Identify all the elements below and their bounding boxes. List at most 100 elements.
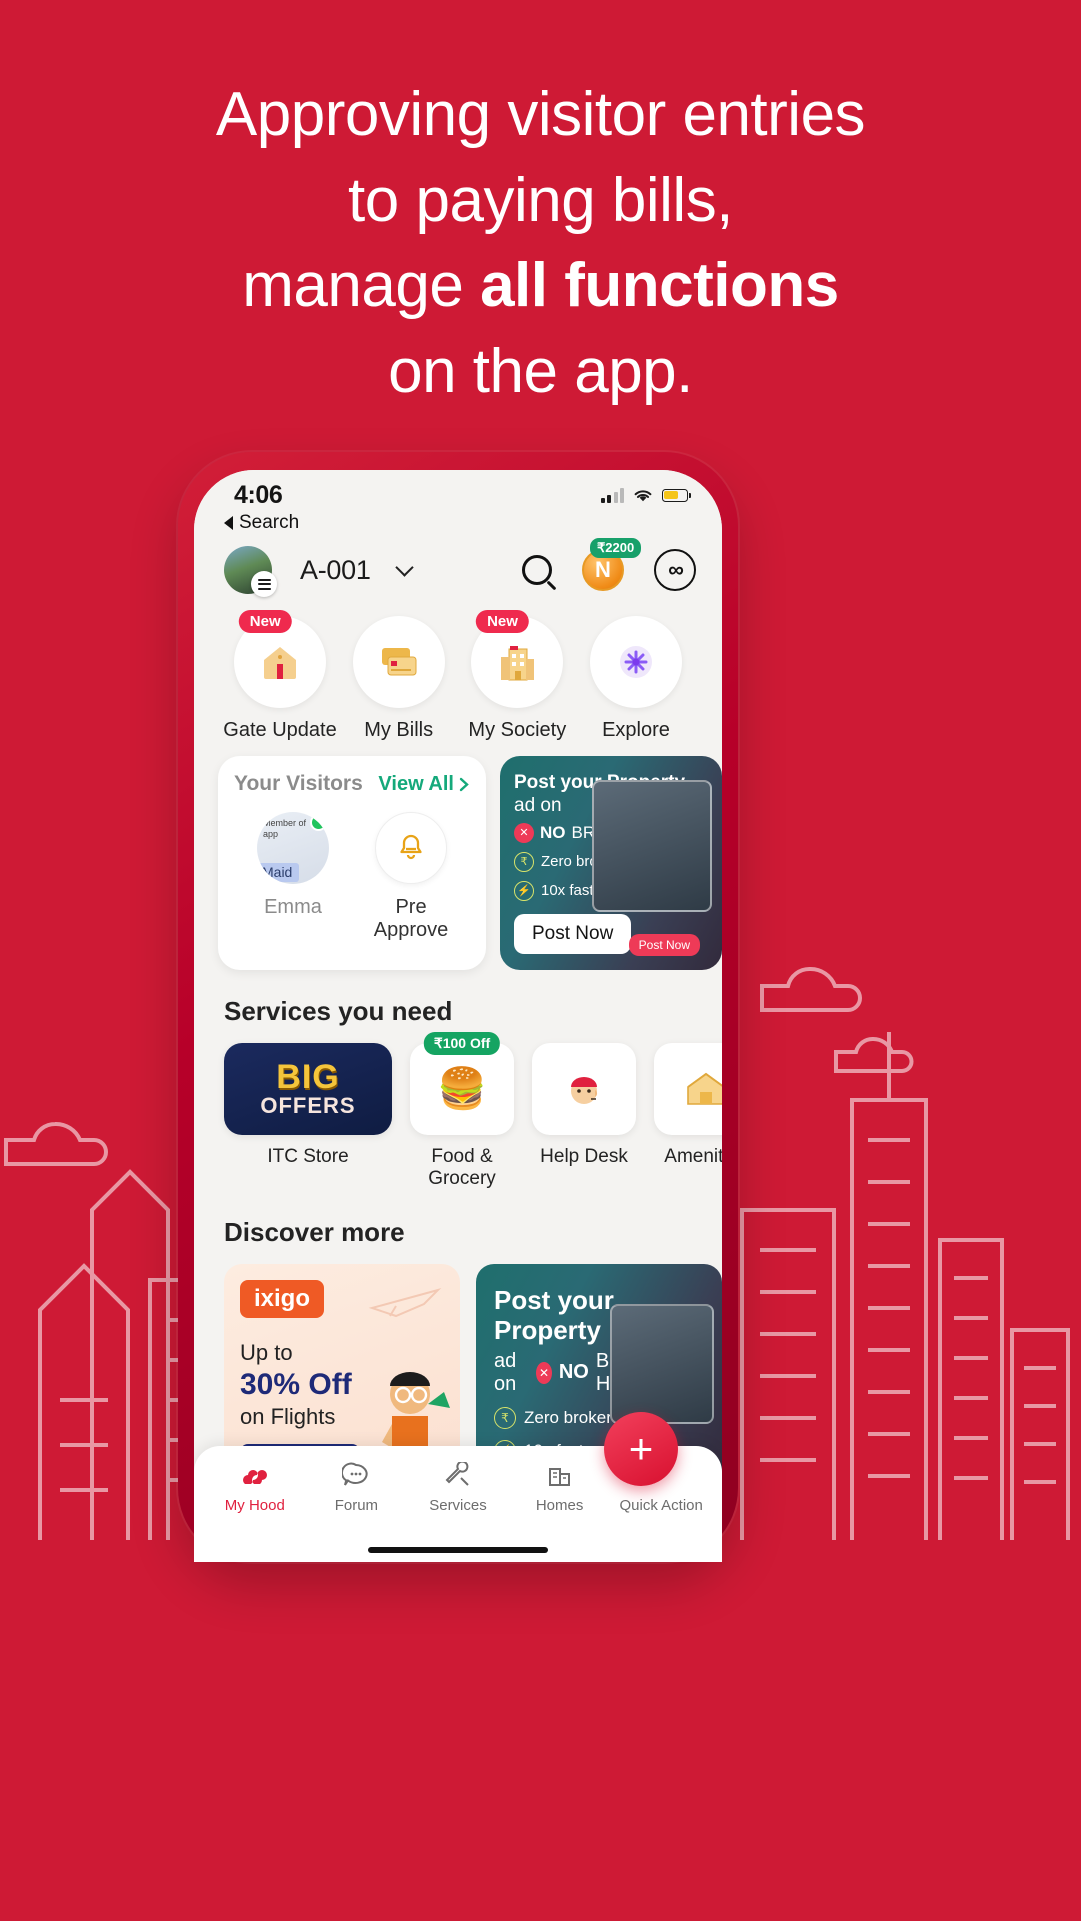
quick-tile-gate-update[interactable]: New Gate Update bbox=[222, 610, 338, 742]
lightning-icon: ⚡ bbox=[514, 880, 534, 901]
promo-phone-illustration bbox=[592, 780, 712, 912]
bottom-navigation-bar: + My Hood Forum Services Homes Quick Act… bbox=[194, 1412, 722, 1562]
nav-label: My Hood bbox=[224, 1497, 285, 1514]
nav-item-homes[interactable]: Homes bbox=[509, 1460, 611, 1514]
new-badge: New bbox=[476, 610, 529, 633]
wifi-icon bbox=[634, 490, 652, 502]
service-label: Help Desk bbox=[540, 1145, 628, 1167]
nav-item-forum[interactable]: Forum bbox=[306, 1460, 408, 1514]
service-label: ITC Store bbox=[267, 1145, 349, 1167]
services-tools-icon bbox=[407, 1460, 509, 1490]
page-headline: Approving visitor entries to paying bill… bbox=[0, 72, 1081, 414]
nav-label: Quick Action bbox=[619, 1497, 703, 1514]
visitors-card-body: Member of app Maid Emma Pre Approve bbox=[234, 812, 470, 942]
back-to-search-link[interactable]: Search bbox=[194, 510, 722, 536]
phone-mockup: 4:06 Search A-001 ₹2200 N ∞ New Gate Upd… bbox=[178, 452, 738, 1562]
online-status-dot bbox=[310, 814, 327, 831]
discover-section-title: Discover more bbox=[224, 1217, 405, 1248]
view-all-link[interactable]: View All bbox=[378, 773, 470, 796]
view-all-label: View All bbox=[378, 772, 454, 795]
headline-line-3: manage all functions bbox=[60, 243, 1021, 329]
airplane-icon bbox=[368, 1288, 442, 1318]
services-section-title: Services you need bbox=[224, 995, 453, 1026]
credit-cards-icon bbox=[352, 616, 445, 708]
hamburger-icon[interactable] bbox=[251, 571, 277, 597]
headline-line-1: Approving visitor entries bbox=[215, 80, 866, 149]
big-offers-banner-icon: BIG OFFERS bbox=[224, 1042, 392, 1135]
promo-brand-bold: NO bbox=[540, 822, 566, 842]
bell-icon bbox=[375, 812, 447, 884]
app-header: A-001 ₹2200 N ∞ bbox=[194, 536, 722, 600]
quick-tile-label: My Bills bbox=[364, 719, 434, 741]
pre-approve-entry[interactable]: Pre Approve bbox=[357, 812, 465, 942]
amenities-icon bbox=[654, 1042, 722, 1135]
home-indicator-bar bbox=[368, 1547, 548, 1553]
hood-infinity-icon bbox=[204, 1460, 306, 1490]
flat-selector-label[interactable]: A-001 bbox=[300, 555, 371, 586]
battery-icon bbox=[662, 488, 692, 502]
user-avatar[interactable] bbox=[224, 546, 277, 597]
service-amenities[interactable]: Amenities bbox=[654, 1042, 722, 1192]
ixigo-logo: ixigo bbox=[240, 1280, 325, 1319]
rewards-coin-button[interactable]: ₹2200 N bbox=[582, 538, 642, 591]
quick-tile-my-society[interactable]: New My Society bbox=[459, 610, 575, 742]
app-screen: 4:06 Search A-001 ₹2200 N ∞ New Gate Upd… bbox=[194, 470, 722, 1562]
search-button[interactable] bbox=[522, 555, 552, 585]
quick-tile-label: Explore bbox=[602, 719, 670, 741]
coin-amount-badge: ₹2200 bbox=[590, 538, 642, 558]
food-glyph: 🍔 bbox=[437, 1067, 487, 1112]
chevron-down-icon[interactable] bbox=[394, 557, 414, 577]
status-bar-time: 4:06 bbox=[234, 480, 283, 509]
promo-title-light: ad on bbox=[514, 794, 562, 816]
nobroker-logo-icon: ✕ bbox=[514, 822, 534, 843]
pre-approve-label: Pre Approve bbox=[373, 896, 449, 941]
headline-line-4: on the app. bbox=[388, 336, 693, 406]
homes-building-icon bbox=[509, 1460, 611, 1490]
nav-label: Forum bbox=[334, 1497, 379, 1514]
hood-button[interactable]: ∞ bbox=[654, 549, 696, 591]
quick-action-tiles: New Gate Update My Bills New My Society bbox=[194, 600, 722, 750]
visitor-entry[interactable]: Member of app Maid Emma bbox=[239, 812, 347, 942]
post-property-promo-card-small[interactable]: Post your Property ad on ✕ NOBROKER Home… bbox=[500, 756, 722, 970]
discount-chip: ₹100 Off bbox=[423, 1031, 501, 1055]
headline-line-3-normal: manage bbox=[242, 251, 481, 321]
nav-label: Services bbox=[429, 1497, 487, 1514]
promo-phone-illustration bbox=[610, 1304, 714, 1425]
quick-tile-label: Gate Update bbox=[223, 719, 337, 741]
service-food-grocery[interactable]: ₹100 Off 🍔 Food & Grocery bbox=[410, 1031, 514, 1192]
nobroker-hood-icon: ∞ bbox=[654, 549, 696, 591]
service-label: Amenities bbox=[664, 1145, 722, 1167]
service-itc-store[interactable]: BIG OFFERS ITC Store bbox=[224, 1042, 392, 1192]
phone-screen-bezel: 4:06 Search A-001 ₹2200 N ∞ New Gate Upd… bbox=[194, 470, 722, 1562]
promo-cta-button[interactable]: Post Now bbox=[514, 913, 632, 954]
discover-promo-sub-prefix: ad on bbox=[494, 1349, 517, 1395]
zero-brokerage-icon: ₹ bbox=[514, 851, 534, 872]
nobroker-logo-icon: ✕ bbox=[536, 1361, 552, 1384]
search-icon bbox=[522, 555, 552, 585]
visitor-photo: Member of app Maid bbox=[257, 812, 329, 884]
big-offers-line-2: OFFERS bbox=[260, 1092, 356, 1118]
back-triangle-icon bbox=[224, 516, 233, 530]
support-agent-icon bbox=[532, 1042, 636, 1135]
nav-item-services[interactable]: Services bbox=[407, 1460, 509, 1514]
nav-label: Homes bbox=[535, 1497, 584, 1514]
quick-tile-label: My Society bbox=[468, 719, 567, 741]
signal-bars-icon bbox=[600, 487, 624, 503]
chat-bubble-icon bbox=[306, 1460, 408, 1490]
promo-inner-chip: Post Now bbox=[628, 933, 700, 956]
visitors-and-promo-row: Your Visitors View All Member of app Mai… bbox=[194, 750, 722, 970]
quick-tile-my-bills[interactable]: My Bills bbox=[341, 616, 457, 742]
zero-brokerage-icon: ₹ bbox=[494, 1406, 516, 1429]
nav-item-my-hood[interactable]: My Hood bbox=[204, 1460, 306, 1514]
headline-line-2: to paying bills, bbox=[348, 165, 733, 235]
quick-action-fab[interactable]: + bbox=[604, 1412, 678, 1486]
visitors-card-header: Your Visitors View All bbox=[234, 772, 470, 796]
explore-star-icon bbox=[589, 616, 682, 708]
big-offers-line-1: BIG bbox=[276, 1057, 340, 1096]
status-bar-icons bbox=[600, 487, 692, 503]
visitor-name: Emma bbox=[264, 896, 322, 918]
back-link-label: Search bbox=[239, 512, 300, 533]
quick-tile-explore[interactable]: Explore bbox=[578, 616, 694, 742]
service-help-desk[interactable]: Help Desk bbox=[532, 1042, 636, 1192]
services-row: BIG OFFERS ITC Store ₹100 Off 🍔 Food & G… bbox=[194, 1027, 722, 1192]
